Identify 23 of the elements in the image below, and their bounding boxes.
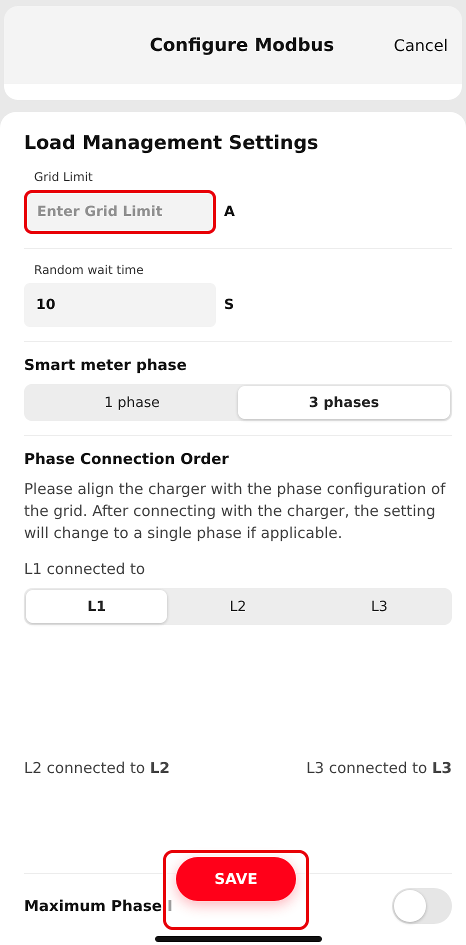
description-text: Please align the charger with the phase configuration of the grid. After connecting with the charger, the setting will change to a single phase if applicable. [24,479,447,544]
input-field[interactable]: 10 [24,283,216,327]
connection-text: L2 connected to L2 [24,759,170,777]
connection-text: L3 connected to L3 [306,759,452,777]
segment-tab[interactable]: L3 [308,590,450,623]
field-label: Random wait time [34,263,145,277]
window-title: Configure Modbus [148,34,336,56]
section-title: Load Management Settings [24,132,320,154]
segment-tab[interactable]: L2 [167,590,309,623]
segment-tab[interactable]: L1 [26,590,168,623]
unit-label: A [224,204,235,220]
section-heading: Smart meter phase [24,356,188,374]
setting-label: Maximum Phase I [24,897,173,915]
segment-tab[interactable]: 1 phase [26,386,238,419]
input-field[interactable]: Enter Grid Limit [24,190,216,234]
segment-tab[interactable]: 3 phases [238,386,450,419]
toggle-switch[interactable] [392,888,452,924]
unit-label: S [224,297,234,313]
field-label: Grid Limit [34,170,94,184]
section-heading: Phase Connection Order [24,450,230,468]
cancel-button[interactable]: Cancel [394,36,448,54]
save-button[interactable]: SAVE [176,857,296,901]
field-label: L1 connected to [24,560,146,578]
